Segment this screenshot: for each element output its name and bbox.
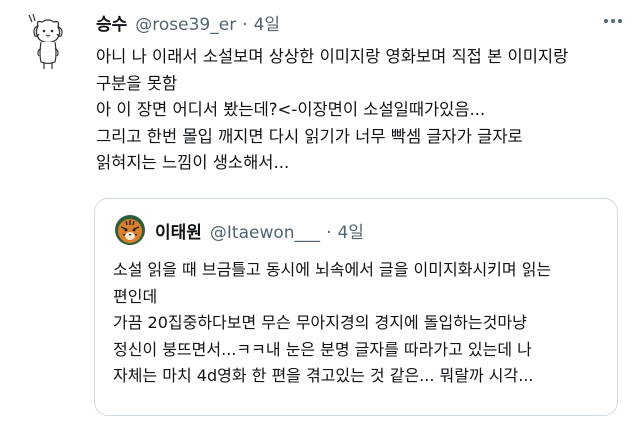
tweet-text-line: 아니 나 이래서 소설보며 상상한 이미지랑 영화보며 직접 본 이미지랑 bbox=[96, 47, 569, 66]
quoted-text-line: 가끔 20집중하다보면 무슨 무아지경의 경지에 돌입하는것마냥 bbox=[113, 313, 527, 332]
tweet-text-line: 그리고 한번 몰입 깨지면 다시 읽기가 너무 빡셈 글자가 글자로 bbox=[96, 126, 523, 146]
quoted-text-line: 정신이 붕뜨면서...ㅋㅋ내 눈은 분명 글자를 따라가고 있는데 나 bbox=[113, 339, 532, 359]
quoted-text: 소설 읽을 때 브금틀고 동시에 뇌속에서 글을 이미지화시키며 읽는 편인데 … bbox=[113, 257, 607, 390]
tweet-text-line: 아 이 장면 어디서 봤는데?<-이장면이 소설일때가있음... bbox=[96, 100, 486, 119]
quoted-text-line: 자체는 마치 4d영화 한 편을 겪고있는 것 같은... 뭐랄까 시각... bbox=[113, 366, 534, 385]
more-options-button[interactable] bbox=[602, 12, 624, 30]
tiger-avatar-icon bbox=[115, 215, 145, 245]
quoted-timestamp: 4일 bbox=[337, 223, 364, 243]
separator-dot: · bbox=[242, 15, 248, 35]
separator-dot: · bbox=[326, 223, 332, 243]
avatar[interactable] bbox=[26, 12, 70, 74]
quoted-author-name[interactable]: 이태원 bbox=[155, 218, 202, 243]
tweet-text-line: 읽혀지는 느낌이 생소해서... bbox=[96, 153, 290, 172]
tweet-text-line: 구분을 못함 bbox=[96, 73, 178, 93]
quoted-header: 이태원 @Itaewon___ · 4일 bbox=[155, 218, 364, 243]
timestamp[interactable]: 4일 bbox=[254, 10, 280, 35]
dog-doodle-icon bbox=[28, 13, 63, 69]
tweet[interactable]: 승수 @rose39_er · 4일 아니 나 이래서 소설보며 상상한 이미지… bbox=[0, 0, 640, 423]
tweet-header: 승수 @rose39_er · 4일 bbox=[96, 10, 280, 36]
author-name[interactable]: 승수 bbox=[96, 10, 127, 35]
author-handle[interactable]: @rose39_er bbox=[135, 15, 236, 35]
tweet-text: 아니 나 이래서 소설보며 상상한 이미지랑 영화보며 직접 본 이미지랑 구분… bbox=[96, 44, 616, 177]
quoted-avatar[interactable] bbox=[115, 215, 145, 245]
quoted-author-handle[interactable]: @Itaewon___ bbox=[210, 223, 320, 243]
quoted-text-line: 소설 읽을 때 브금틀고 동시에 뇌속에서 글을 이미지화시키며 읽는 bbox=[113, 260, 552, 279]
quoted-tweet[interactable]: 이태원 @Itaewon___ · 4일 소설 읽을 때 브금틀고 동시에 뇌속… bbox=[94, 198, 618, 416]
quoted-text-line: 편인데 bbox=[113, 286, 158, 306]
more-horizontal-icon bbox=[604, 19, 608, 23]
